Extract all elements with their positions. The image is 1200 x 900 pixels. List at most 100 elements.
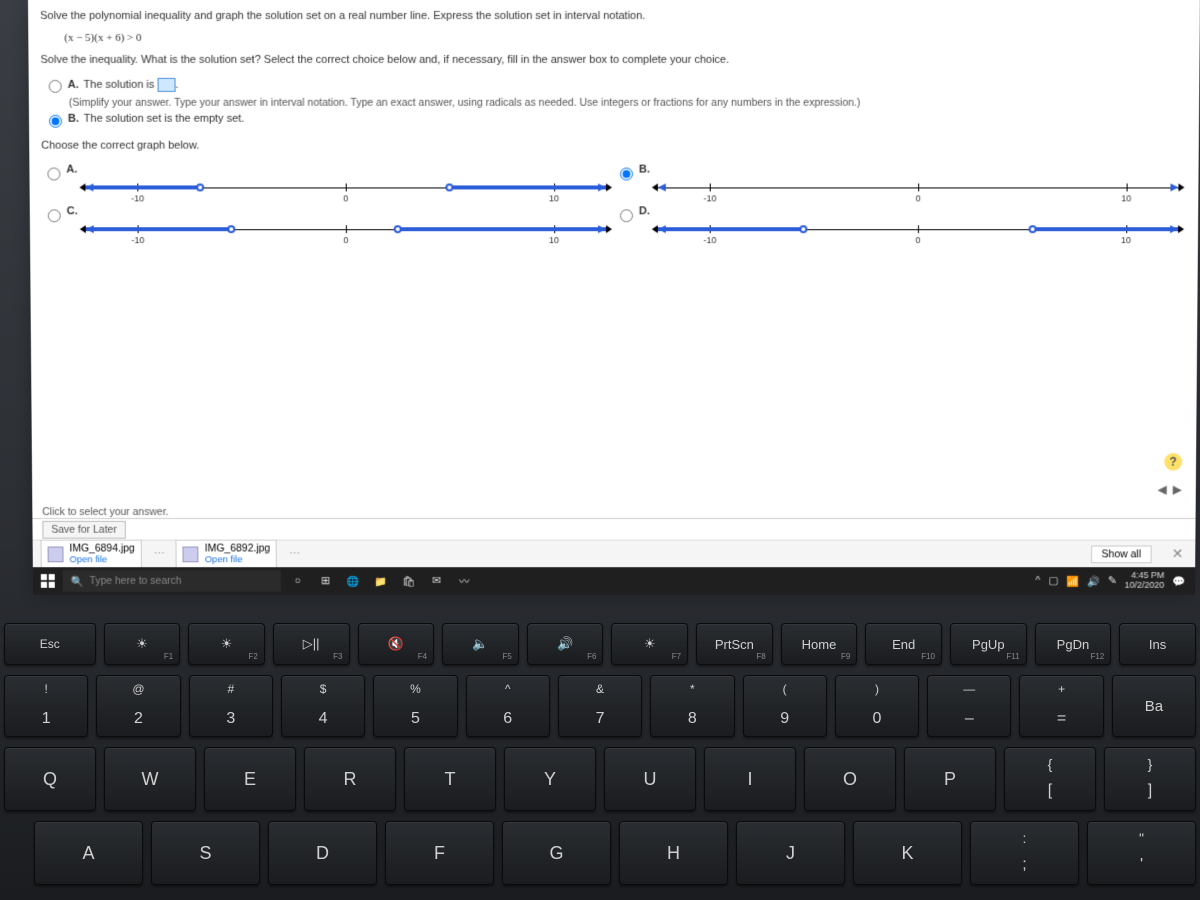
- download-menu-icon[interactable]: ⋯: [150, 548, 168, 560]
- choice-b-label: B.: [68, 113, 79, 125]
- inequality-expression: (x − 5)(x + 6) > 0: [64, 32, 1187, 44]
- notifications-icon[interactable]: 💬: [1172, 575, 1185, 588]
- choice-b-text: The solution set is the empty set.: [84, 113, 245, 125]
- wifi-icon[interactable]: 📶: [1066, 575, 1079, 588]
- key-h: H: [619, 821, 728, 885]
- start-button[interactable]: [33, 574, 63, 588]
- key-f11: PgUpF11: [950, 623, 1027, 665]
- key-p: P: [904, 747, 996, 811]
- key-f7: ☀F7: [611, 623, 688, 665]
- key-1: !1: [4, 675, 88, 737]
- key-q: Q: [4, 747, 96, 811]
- key-o: O: [804, 747, 896, 811]
- taskbar-search[interactable]: 🔍 Type here to search: [63, 570, 281, 592]
- key-7: &7: [558, 675, 642, 737]
- windows-icon: [41, 574, 55, 588]
- key-j: J: [736, 821, 845, 885]
- key-u: U: [604, 747, 696, 811]
- graph-a-radio[interactable]: [47, 168, 60, 181]
- task-view-icon[interactable]: ⊞: [313, 567, 339, 595]
- number-line-d: -10 0 10: [658, 219, 1178, 239]
- key-f: F: [385, 821, 494, 885]
- key-2: @2: [96, 675, 180, 737]
- open-file-link[interactable]: Open file: [69, 554, 135, 565]
- mail-icon[interactable]: ✉: [424, 567, 450, 595]
- volume-icon[interactable]: 🔊: [1087, 575, 1100, 588]
- search-icon: 🔍: [71, 575, 84, 588]
- graph-c-label: C.: [67, 205, 78, 217]
- key-punct: "': [1087, 821, 1196, 885]
- download-filename: IMG_6894.jpg: [69, 543, 135, 555]
- key-3: #3: [189, 675, 273, 737]
- key-i: I: [704, 747, 796, 811]
- key-6: ^6: [466, 675, 550, 737]
- store-icon[interactable]: 🛍: [396, 567, 422, 595]
- key-r: R: [304, 747, 396, 811]
- cortana-icon[interactable]: ○: [285, 567, 311, 595]
- close-downloads-bar-icon[interactable]: ✕: [1168, 546, 1188, 563]
- choice-a-hint: (Simplify your answer. Type your answer …: [69, 97, 1187, 109]
- instruction-text: Solve the inequality. What is the soluti…: [40, 54, 1187, 66]
- key-: Ins: [1119, 623, 1196, 665]
- key-punct: :;: [970, 821, 1079, 885]
- key-f12: PgDnF12: [1035, 623, 1112, 665]
- key-g: G: [502, 821, 611, 885]
- downloads-bar: IMG_6894.jpg Open file ⋯ IMG_6892.jpg Op…: [33, 540, 1196, 568]
- choice-a-radio[interactable]: [49, 80, 62, 93]
- key-f2: ☀F2: [188, 623, 265, 665]
- key-f6: 🔊F6: [527, 623, 604, 665]
- app-icon[interactable]: 〰: [451, 567, 477, 595]
- search-placeholder: Type here to search: [90, 575, 182, 587]
- question-text: Solve the polynomial inequality and grap…: [40, 10, 1188, 22]
- key-f5: 🔈F5: [442, 623, 519, 665]
- click-hint: Click to select your answer.: [42, 506, 168, 518]
- key-=: +=: [1019, 675, 1103, 737]
- key-5: %5: [373, 675, 457, 737]
- key-f8: PrtScnF8: [696, 623, 773, 665]
- explorer-icon[interactable]: 📁: [368, 567, 394, 595]
- key-k: K: [853, 821, 962, 885]
- file-thumb-icon: [183, 546, 199, 562]
- open-file-link[interactable]: Open file: [205, 554, 270, 565]
- key-8: *8: [650, 675, 734, 737]
- key-f1: ☀F1: [104, 623, 181, 665]
- key-bracket: {[: [1004, 747, 1096, 811]
- key-bracket: }]: [1104, 747, 1196, 811]
- key-e: E: [204, 747, 296, 811]
- clock[interactable]: 4:45 PM 10/2/2020: [1124, 571, 1164, 590]
- key-d: D: [268, 821, 377, 885]
- number-line-b: -10 0 10: [658, 178, 1179, 198]
- key-–: —–: [927, 675, 1011, 737]
- key-s: S: [151, 821, 260, 885]
- graph-c-radio[interactable]: [48, 209, 61, 222]
- pen-icon[interactable]: ✎: [1108, 575, 1117, 587]
- key-f4: 🔇F4: [358, 623, 435, 665]
- key-y: Y: [504, 747, 596, 811]
- choice-b-radio[interactable]: [49, 115, 62, 128]
- tray-chevron-icon[interactable]: ^: [1035, 575, 1040, 587]
- file-thumb-icon: [48, 546, 64, 562]
- number-line-a: -10 0 10: [85, 178, 606, 198]
- key-esc: Esc: [4, 623, 96, 665]
- graph-b-label: B.: [639, 164, 650, 176]
- download-menu-icon[interactable]: ⋯: [285, 548, 303, 560]
- nav-arrows[interactable]: ◀▶: [1158, 483, 1182, 497]
- taskbar: 🔍 Type here to search ○ ⊞ 🌐 📁 🛍 ✉ 〰 ^ ▢ …: [33, 567, 1195, 595]
- graph-b-radio[interactable]: [620, 168, 633, 181]
- battery-icon[interactable]: ▢: [1048, 575, 1058, 587]
- key-0: )0: [835, 675, 919, 737]
- graph-a-label: A.: [66, 164, 77, 176]
- help-icon[interactable]: ?: [1164, 453, 1182, 471]
- download-item-2[interactable]: IMG_6892.jpg Open file: [176, 540, 277, 569]
- answer-input-box[interactable]: [157, 78, 175, 92]
- key-a: A: [34, 821, 143, 885]
- key-f9: HomeF9: [781, 623, 858, 665]
- key-f3: ▷||F3: [273, 623, 350, 665]
- show-all-downloads-button[interactable]: Show all: [1091, 545, 1152, 563]
- save-for-later-button[interactable]: Save for Later: [42, 520, 125, 538]
- graph-d-label: D.: [639, 205, 650, 217]
- key-backspace: Ba: [1112, 675, 1196, 737]
- graph-d-radio[interactable]: [620, 209, 633, 222]
- edge-icon[interactable]: 🌐: [340, 567, 366, 595]
- download-item-1[interactable]: IMG_6894.jpg Open file: [41, 540, 142, 569]
